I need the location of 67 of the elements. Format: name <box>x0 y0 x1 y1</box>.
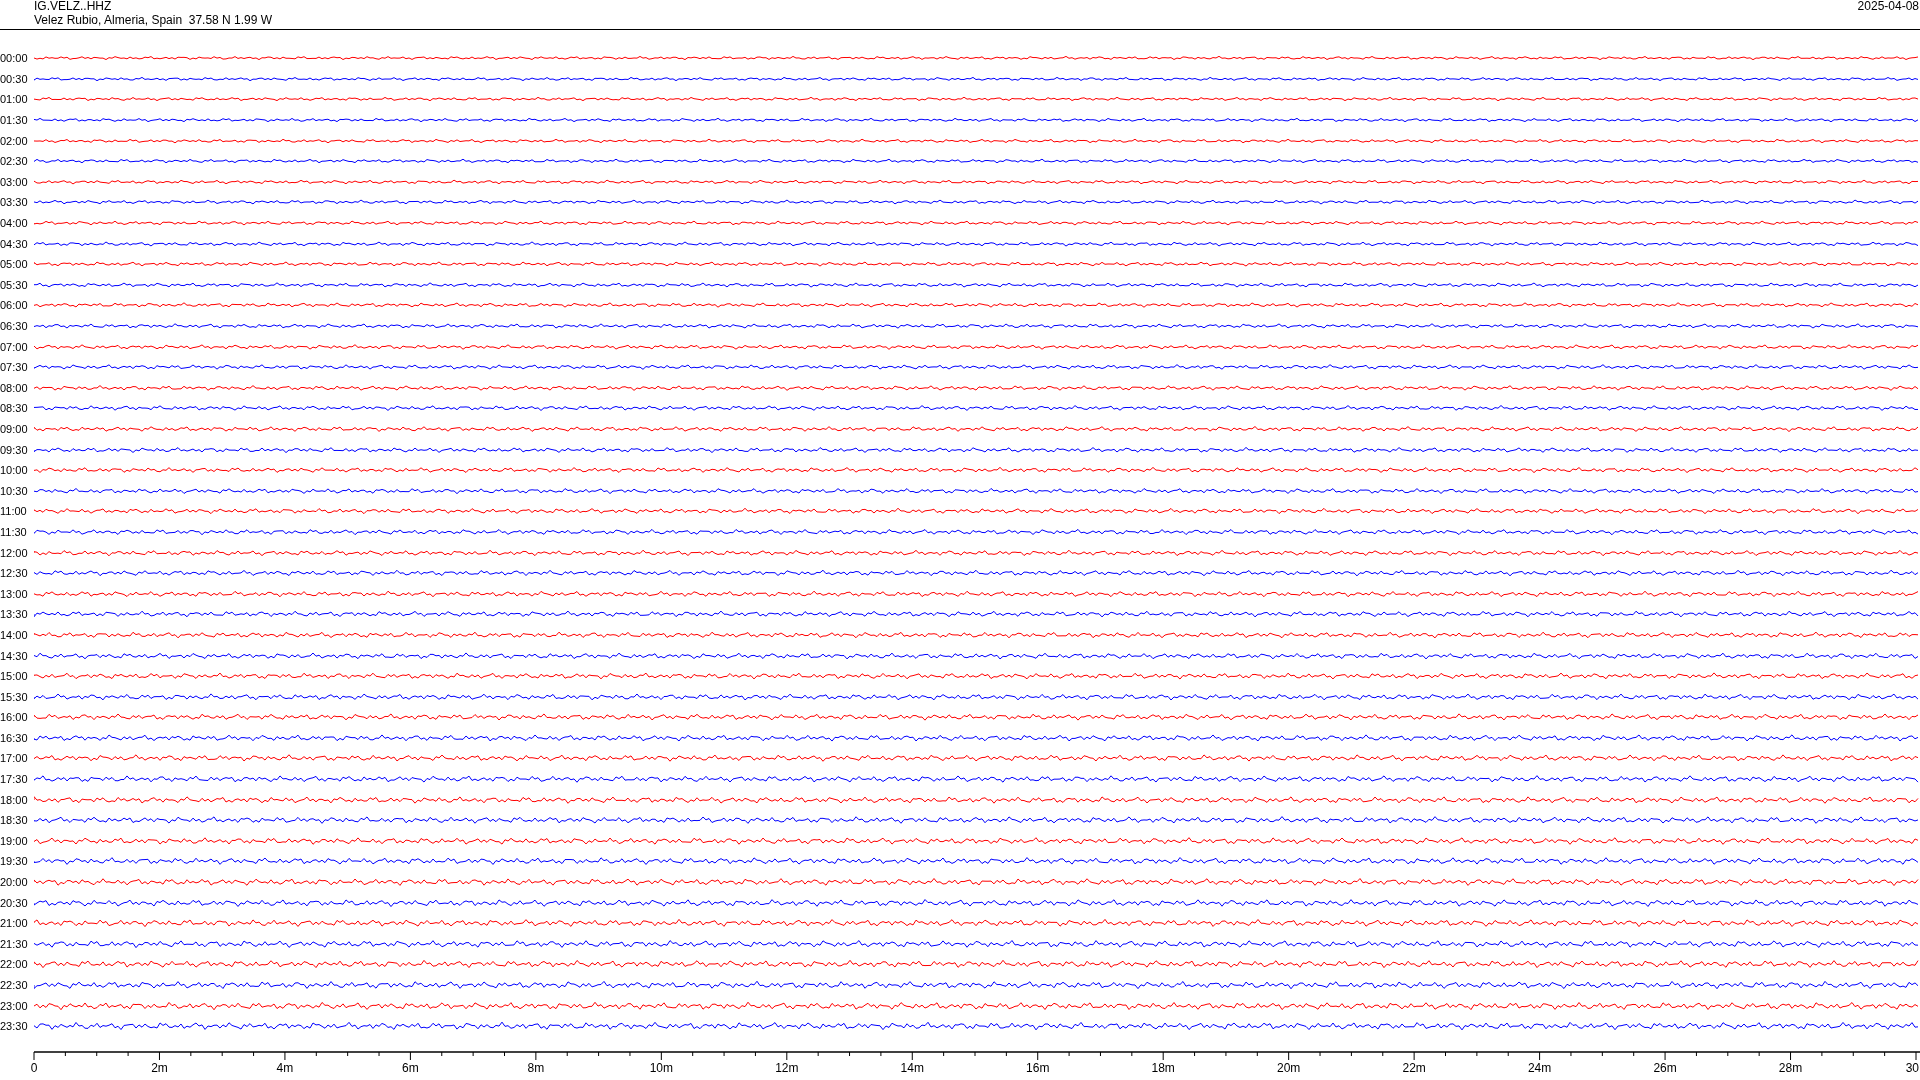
trace-time-label: 16:30 <box>0 731 29 744</box>
trace-time-label: 08:30 <box>0 402 29 415</box>
axis-label: 24m <box>1527 1060 1552 1075</box>
axis-label: 4m <box>276 1060 294 1075</box>
axis-label: 10m <box>649 1060 673 1075</box>
trace-time-label: 11:00 <box>0 505 28 518</box>
trace-time-label: 21:00 <box>0 917 29 930</box>
station-location: Velez Rubio, Almeria, Spain 37.58 N 1.99 W <box>34 13 273 27</box>
trace-time-label: 04:00 <box>0 217 29 230</box>
trace-time-label: 05:00 <box>0 258 29 271</box>
trace-time-label: 10:00 <box>0 464 29 477</box>
trace-time-label: 23:30 <box>0 1020 29 1033</box>
trace-time-label: 01:30 <box>0 114 29 127</box>
trace-time-label: 20:30 <box>0 896 29 909</box>
plot-date: 2025-04-08 <box>1857 0 1920 13</box>
axis-label: 30 <box>1905 1060 1919 1075</box>
trace-time-label: 06:30 <box>0 320 29 332</box>
axis-label: 20m <box>1277 1060 1301 1075</box>
trace-time-label: 21:30 <box>0 937 29 950</box>
trace-time-label: 14:30 <box>0 649 29 662</box>
axis-label: 0 <box>30 1060 38 1075</box>
trace-time-label: 10:30 <box>0 484 29 497</box>
station-code: IG.VELZ..HHZ <box>34 0 113 13</box>
trace-time-label: 18:00 <box>0 793 29 806</box>
trace-time-label: 15:30 <box>0 690 29 703</box>
trace-time-label: 22:30 <box>0 979 29 991</box>
trace-time-label: 07:00 <box>0 340 29 353</box>
trace-time-label: 09:30 <box>0 443 29 456</box>
trace-time-label: 04:30 <box>0 237 29 250</box>
axis-label: 22m <box>1402 1060 1426 1075</box>
trace-time-label: 11:30 <box>0 525 28 538</box>
trace-time-label: 05:30 <box>0 278 29 291</box>
trace-time-label: 20:00 <box>0 876 29 889</box>
axis-label: 16m <box>1026 1060 1050 1075</box>
trace-time-label: 19:00 <box>0 834 29 847</box>
trace-time-label: 23:00 <box>0 999 29 1012</box>
trace-time-label: 00:30 <box>0 72 29 85</box>
trace-time-label: 18:30 <box>0 814 29 827</box>
trace-time-label: 08:00 <box>0 381 29 394</box>
axis-label: 2m <box>151 1060 168 1075</box>
axis-label: 6m <box>402 1060 419 1075</box>
trace-time-label: 06:00 <box>0 299 29 312</box>
trace-time-label: 17:00 <box>0 752 29 765</box>
trace-time-label: 16:00 <box>0 711 29 724</box>
axis-label: 18m <box>1151 1060 1175 1075</box>
trace-time-label: 13:00 <box>0 587 29 600</box>
axis-label: 14m <box>900 1060 924 1075</box>
axis-label: 12m <box>775 1060 799 1075</box>
trace-time-label: 12:00 <box>0 546 29 559</box>
trace-time-label: 09:00 <box>0 423 29 435</box>
trace-time-label: 02:00 <box>0 134 29 147</box>
trace-time-label: 14:00 <box>0 628 29 641</box>
trace-time-label: 19:30 <box>0 855 29 868</box>
trace-time-label: 17:30 <box>0 773 29 786</box>
axis-label: 8m <box>527 1060 545 1075</box>
trace-time-label: 03:00 <box>0 175 29 188</box>
trace-time-label: 07:30 <box>0 361 29 374</box>
axis-label: 28m <box>1778 1060 1803 1075</box>
trace-time-label: 01:00 <box>0 93 29 106</box>
trace-time-label: 00:00 <box>0 52 29 65</box>
trace-time-label: 03:30 <box>0 196 29 209</box>
trace-time-label: 15:00 <box>0 670 29 683</box>
trace-time-label: 02:30 <box>0 155 29 168</box>
trace-time-label: 22:00 <box>0 958 29 971</box>
trace-time-label: 12:30 <box>0 567 29 580</box>
axis-label: 26m <box>1653 1060 1677 1075</box>
trace-time-label: 13:30 <box>0 608 29 621</box>
